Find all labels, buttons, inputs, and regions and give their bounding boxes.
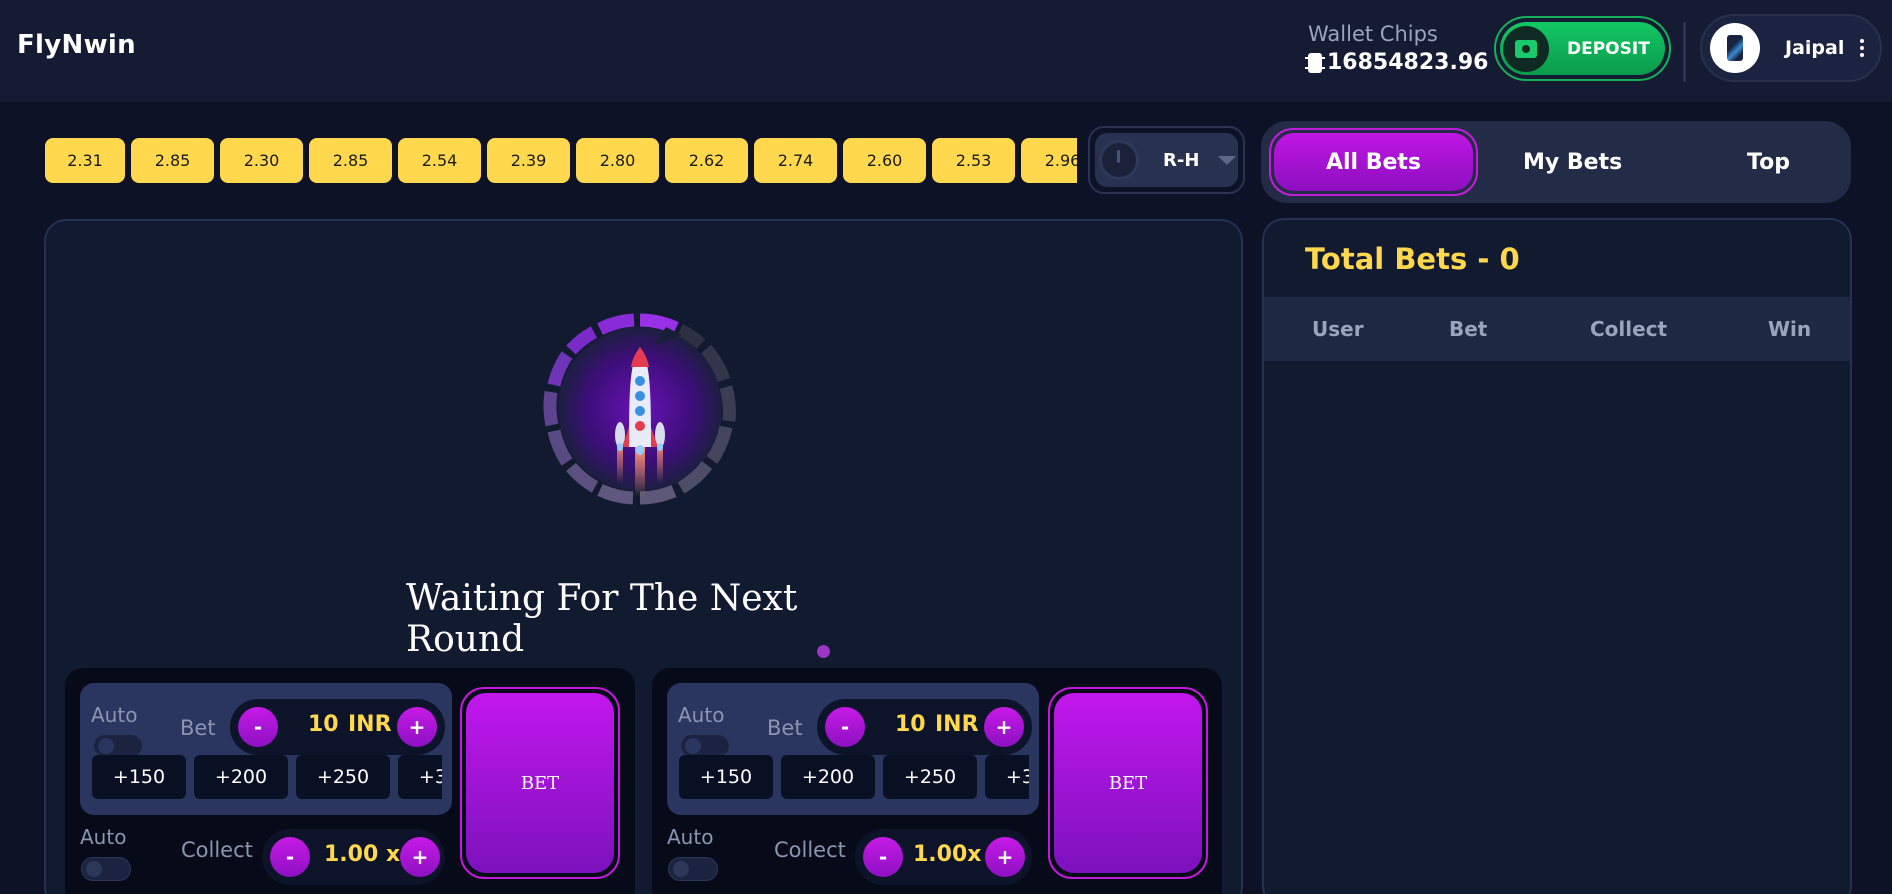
- history-pill: 2.62: [665, 138, 748, 183]
- bet-amount-value[interactable]: 10: [308, 712, 339, 737]
- clock-icon: [1099, 140, 1139, 180]
- history-pill: 2.96: [1021, 138, 1077, 183]
- bets-table-header: User Bet Collect Win: [1264, 297, 1850, 361]
- column-header-collect: Collect: [1590, 317, 1668, 341]
- bet-label: Bet: [180, 716, 216, 740]
- collect-value[interactable]: 1.00 x: [324, 842, 400, 867]
- tab-top[interactable]: Top: [1747, 121, 1790, 203]
- history-pill: 2.85: [131, 138, 214, 183]
- rocket-countdown: [543, 313, 736, 505]
- quick-amount-button[interactable]: +150: [92, 755, 186, 799]
- header-divider: [1683, 22, 1686, 82]
- tab-all-bets[interactable]: All Bets: [1269, 128, 1478, 196]
- column-header-bet: Bet: [1449, 317, 1488, 341]
- quick-amount-button[interactable]: +200: [781, 755, 875, 799]
- bet-increase-button[interactable]: +: [984, 707, 1024, 747]
- bet-button-label: BET: [1054, 693, 1202, 873]
- bet-button-label: BET: [466, 693, 614, 873]
- deposit-button-body[interactable]: DEPOSIT: [1500, 22, 1665, 75]
- auto-bet-label: Auto: [91, 703, 138, 727]
- wallet-icon: [1503, 25, 1549, 72]
- bet-amount-value[interactable]: 10: [895, 712, 926, 737]
- history-pill: 2.30: [220, 138, 303, 183]
- collect-decrease-button[interactable]: -: [863, 837, 903, 877]
- chip-icon: [1305, 52, 1325, 73]
- round-history-label: R-H: [1163, 149, 1200, 171]
- wallet-value: 16854823.96: [1327, 50, 1489, 75]
- quick-amount-button[interactable]: +200: [194, 755, 288, 799]
- chevron-down-icon: [1218, 155, 1237, 165]
- auto-collect-label: Auto: [667, 825, 714, 849]
- collect-label: Collect: [181, 838, 253, 862]
- bet-controls: Auto Bet - 10 INR + +150 +200 +250 +300: [667, 683, 1039, 815]
- quick-amount-button[interactable]: +250: [883, 755, 977, 799]
- history-pill: 2.53: [932, 138, 1015, 183]
- quick-amount-button[interactable]: +150: [679, 755, 773, 799]
- total-bets-title: Total Bets - 0: [1305, 242, 1520, 276]
- bet-decrease-button[interactable]: -: [238, 707, 278, 747]
- column-header-user: User: [1312, 317, 1364, 341]
- auto-collect-toggle[interactable]: [668, 857, 718, 881]
- bet-controls: Auto Bet - 10 INR + +150 +200 +250 +300: [80, 683, 452, 815]
- progress-dot: [817, 645, 830, 658]
- collect-increase-button[interactable]: +: [985, 837, 1025, 877]
- history-pill: 2.80: [576, 138, 659, 183]
- bet-label: Bet: [767, 716, 803, 740]
- quick-amount-row: +150 +200 +250 +300: [679, 755, 1029, 801]
- bets-panel: Total Bets - 0 User Bet Collect Win: [1262, 218, 1852, 894]
- top-header: FlyNwin Wallet Chips 16854823.96 DEPOSIT…: [0, 0, 1892, 102]
- deposit-button[interactable]: DEPOSIT: [1494, 16, 1671, 81]
- bets-tabs: All Bets My Bets Top: [1261, 121, 1851, 203]
- history-pill: 2.85: [309, 138, 392, 183]
- multiplier-history: 2.31 2.85 2.30 2.85 2.54 2.39 2.80 2.62 …: [45, 138, 1077, 184]
- waiting-message: Waiting For The Next Round: [406, 578, 798, 660]
- bet-decrease-button[interactable]: -: [825, 707, 865, 747]
- bet-panel-2: Auto Bet - 10 INR + +150 +200 +250 +300 …: [652, 668, 1222, 894]
- column-header-win: Win: [1768, 317, 1812, 341]
- round-history-dropdown-body[interactable]: R-H: [1095, 133, 1238, 187]
- wallet-value-row: 16854823.96: [1305, 50, 1489, 75]
- tab-all-bets-label: All Bets: [1274, 133, 1473, 191]
- collect-decrease-button[interactable]: -: [270, 837, 310, 877]
- wallet-label: Wallet Chips: [1308, 22, 1438, 46]
- wallet: Wallet Chips 16854823.96: [1305, 22, 1489, 75]
- collect-increase-button[interactable]: +: [400, 837, 440, 877]
- user-name: Jaipal: [1785, 37, 1845, 59]
- bet-panel-1: Auto Bet - 10 INR + +150 +200 +250 +300 …: [65, 668, 635, 894]
- bet-currency: INR: [935, 712, 979, 737]
- history-pill: 2.54: [398, 138, 481, 183]
- bet-button[interactable]: BET: [460, 687, 620, 879]
- history-pill: 2.60: [843, 138, 926, 183]
- collect-value[interactable]: 1.00x: [913, 842, 981, 867]
- user-menu[interactable]: Jaipal: [1700, 14, 1882, 82]
- auto-collect-label: Auto: [80, 825, 127, 849]
- history-pill: 2.39: [487, 138, 570, 183]
- bet-amount-stepper: - 10 INR +: [230, 699, 445, 755]
- round-history-dropdown[interactable]: R-H: [1088, 126, 1245, 194]
- bet-increase-button[interactable]: +: [397, 707, 437, 747]
- bet-currency: INR: [348, 712, 392, 737]
- collect-stepper: - 1.00x +: [855, 829, 1032, 885]
- more-vertical-icon[interactable]: [1860, 39, 1865, 57]
- auto-collect-toggle[interactable]: [81, 857, 131, 881]
- history-pill: 2.74: [754, 138, 837, 183]
- bet-button[interactable]: BET: [1048, 687, 1208, 879]
- logo[interactable]: FlyNwin: [17, 30, 136, 60]
- tab-my-bets[interactable]: My Bets: [1523, 121, 1622, 203]
- bet-amount-stepper: - 10 INR +: [817, 699, 1032, 755]
- avatar: [1710, 23, 1760, 73]
- quick-amount-button[interactable]: +250: [296, 755, 390, 799]
- collect-stepper: - 1.00 x +: [262, 829, 445, 885]
- history-pill: 2.31: [45, 138, 125, 183]
- auto-bet-label: Auto: [678, 703, 725, 727]
- collect-label: Collect: [774, 838, 846, 862]
- deposit-label: DEPOSIT: [1567, 38, 1650, 59]
- quick-amount-row: +150 +200 +250 +300: [92, 755, 442, 801]
- quick-amount-button[interactable]: +300: [985, 755, 1029, 799]
- quick-amount-button[interactable]: +300: [398, 755, 442, 799]
